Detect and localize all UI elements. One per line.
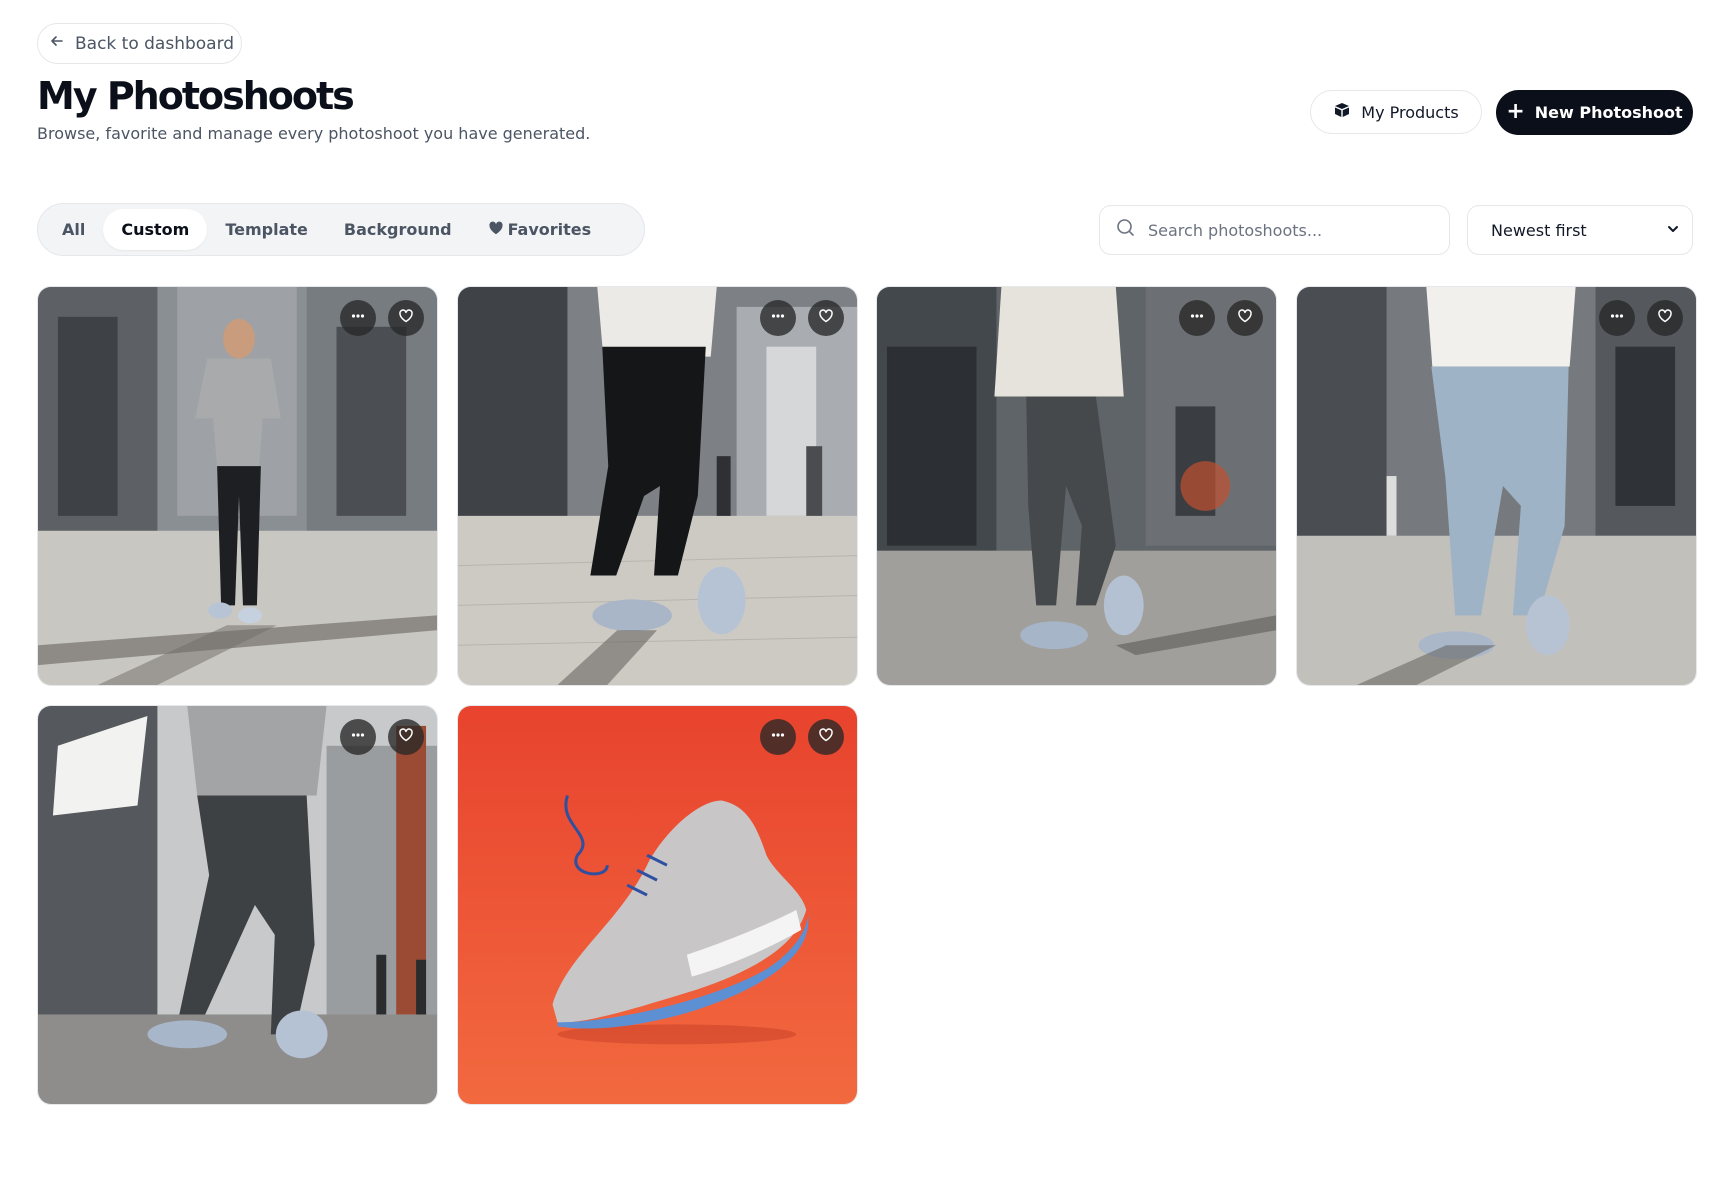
more-options-button[interactable] bbox=[1599, 300, 1635, 336]
search-box bbox=[1099, 205, 1450, 255]
tab-label: Favorites bbox=[507, 220, 592, 239]
more-horizontal-icon bbox=[770, 727, 786, 747]
heart-outline-icon bbox=[1237, 308, 1253, 328]
favorite-button[interactable] bbox=[1647, 300, 1683, 336]
more-options-button[interactable] bbox=[760, 300, 796, 336]
new-photoshoot-button[interactable]: + New Photoshoot bbox=[1496, 90, 1693, 135]
sort-select[interactable]: Newest first bbox=[1467, 205, 1693, 255]
more-options-button[interactable] bbox=[340, 300, 376, 336]
arrow-left-icon bbox=[49, 33, 65, 54]
heart-outline-icon bbox=[818, 727, 834, 747]
photoshoot-card[interactable] bbox=[876, 286, 1277, 686]
photoshoot-card[interactable] bbox=[457, 705, 858, 1105]
tab-background[interactable]: Background bbox=[326, 209, 470, 250]
photoshoot-image bbox=[38, 706, 437, 1104]
back-link-label: Back to dashboard bbox=[75, 33, 235, 54]
search-icon bbox=[1116, 218, 1136, 242]
favorite-button[interactable] bbox=[808, 719, 844, 755]
photoshoot-image bbox=[877, 287, 1276, 685]
heart-icon bbox=[488, 220, 504, 240]
photoshoot-card[interactable] bbox=[457, 286, 858, 686]
chevron-down-icon bbox=[1666, 221, 1680, 240]
more-options-button[interactable] bbox=[340, 719, 376, 755]
more-options-button[interactable] bbox=[1179, 300, 1215, 336]
more-horizontal-icon bbox=[350, 727, 366, 747]
favorite-button[interactable] bbox=[1227, 300, 1263, 336]
more-horizontal-icon bbox=[770, 308, 786, 328]
favorite-button[interactable] bbox=[388, 300, 424, 336]
page-subtitle: Browse, favorite and manage every photos… bbox=[37, 124, 591, 143]
photoshoot-image bbox=[38, 287, 437, 685]
tab-favorites[interactable]: Favorites bbox=[470, 209, 610, 250]
filter-tabs: All Custom Template Background Favorites bbox=[37, 203, 645, 256]
more-options-button[interactable] bbox=[760, 719, 796, 755]
more-horizontal-icon bbox=[1609, 308, 1625, 328]
photoshoot-card[interactable] bbox=[37, 705, 438, 1105]
heart-outline-icon bbox=[818, 308, 834, 328]
more-horizontal-icon bbox=[1189, 308, 1205, 328]
back-to-dashboard-link[interactable]: Back to dashboard bbox=[37, 23, 242, 64]
favorite-button[interactable] bbox=[388, 719, 424, 755]
tab-all[interactable]: All bbox=[44, 209, 103, 250]
photoshoot-card[interactable] bbox=[37, 286, 438, 686]
tab-label: All bbox=[62, 220, 86, 239]
photoshoot-card[interactable] bbox=[1296, 286, 1697, 686]
favorite-button[interactable] bbox=[808, 300, 844, 336]
my-products-label: My Products bbox=[1361, 102, 1459, 122]
heart-outline-icon bbox=[398, 727, 414, 747]
photoshoot-image bbox=[1297, 287, 1696, 685]
box-icon bbox=[1333, 102, 1351, 122]
photoshoot-image bbox=[458, 706, 857, 1104]
tab-custom[interactable]: Custom bbox=[103, 209, 208, 250]
heart-outline-icon bbox=[1657, 308, 1673, 328]
photoshoot-image bbox=[458, 287, 857, 685]
new-photoshoot-label: New Photoshoot bbox=[1534, 103, 1683, 122]
my-products-button[interactable]: My Products bbox=[1310, 90, 1482, 134]
heart-outline-icon bbox=[398, 308, 414, 328]
sort-value: Newest first bbox=[1491, 220, 1587, 240]
tab-label: Background bbox=[343, 220, 452, 239]
plus-icon: + bbox=[1506, 98, 1525, 124]
more-horizontal-icon bbox=[350, 308, 366, 328]
tab-template[interactable]: Template bbox=[207, 209, 326, 250]
page-title: My Photoshoots bbox=[37, 74, 355, 118]
tab-label: Custom bbox=[121, 220, 190, 239]
tab-label: Template bbox=[225, 220, 308, 239]
search-input[interactable] bbox=[1148, 220, 1428, 240]
